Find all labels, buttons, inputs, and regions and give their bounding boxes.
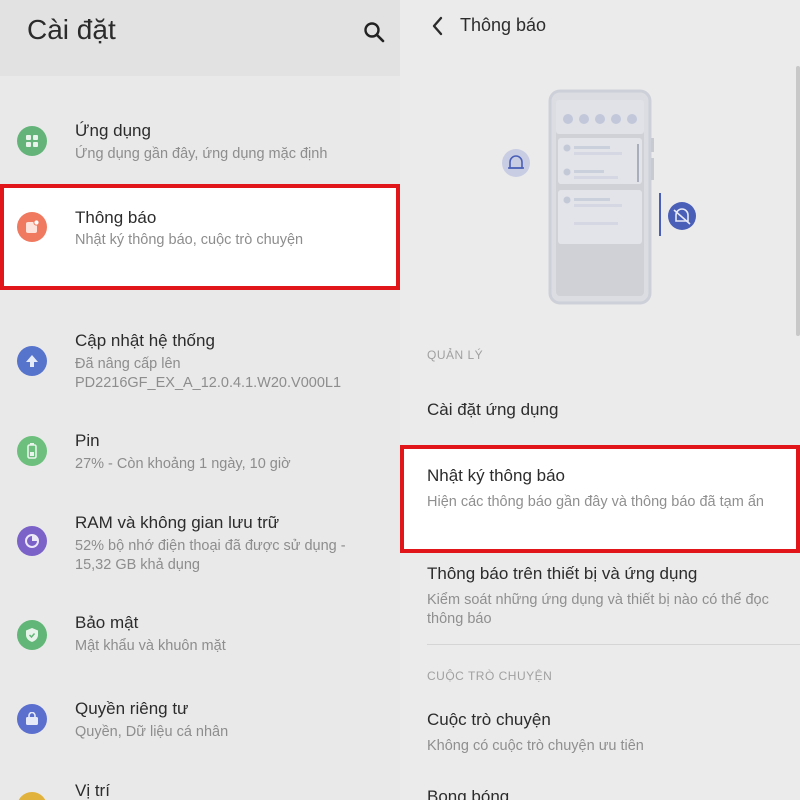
item-subtitle: 52% bộ nhớ điện thoại đã được sử dụng -	[75, 538, 346, 554]
settings-pane: Cài đặt Ứng dụng Ứng dụng gần đây, ứng d…	[0, 0, 400, 800]
settings-item-system-update[interactable]: Cập nhật hệ thống Đã nâng cấp lên PD2216…	[0, 322, 400, 402]
item-subtitle: Hiện các thông báo gần đây và thông báo …	[427, 494, 764, 510]
item-subtitle: Không có cuộc trò chuyện ưu tiên	[427, 738, 644, 754]
scrollbar[interactable]	[796, 66, 800, 336]
search-icon[interactable]	[362, 20, 386, 44]
battery-icon	[17, 436, 47, 466]
item-title: Thông báo trên thiết bị và ứng dụng	[427, 564, 698, 583]
notification-icon	[17, 212, 47, 242]
update-icon	[17, 346, 47, 376]
item-title: Cài đặt ứng dụng	[427, 400, 559, 419]
device-app-notifications-item[interactable]: Thông báo trên thiết bị và ứng dụng Kiểm…	[427, 564, 787, 629]
item-title: Quyền riêng tư	[75, 699, 189, 718]
item-title: Bong bóng	[427, 787, 510, 800]
section-divider	[427, 644, 800, 645]
settings-item-location[interactable]: Vị trí	[0, 772, 400, 800]
settings-item-storage[interactable]: RAM và không gian lưu trữ 52% bộ nhớ điệ…	[0, 504, 400, 584]
item-title: Cuộc trò chuyện	[427, 710, 551, 729]
item-title: Ứng dụng	[75, 121, 151, 140]
item-title: Pin	[75, 431, 100, 450]
item-subtitle: Kiểm soát những ứng dụng và thiết bị nào…	[427, 592, 769, 627]
settings-item-battery[interactable]: Pin 27% - Còn khoảng 1 ngày, 10 giờ	[0, 422, 400, 482]
storage-icon	[17, 526, 47, 556]
notifications-header: Thông báo	[400, 0, 800, 56]
item-title: Bảo mật	[75, 613, 139, 632]
privacy-icon	[17, 704, 47, 734]
item-subtitle-2: 15,32 GB khả dụng	[75, 557, 200, 573]
notifications-pane: Thông báo QUẢN LÝ Cài đặt ứng dụng Nhật …	[400, 0, 800, 800]
item-subtitle: Đã nâng cấp lên	[75, 356, 181, 372]
settings-header: Cài đặt	[0, 0, 400, 76]
conversations-item[interactable]: Cuộc trò chuyện Không có cuộc trò chuyện…	[427, 710, 787, 756]
apps-icon	[17, 126, 47, 156]
item-subtitle: 27% - Còn khoảng 1 ngày, 10 giờ	[75, 456, 291, 472]
item-title: Nhật ký thông báo	[427, 466, 565, 485]
back-arrow-icon[interactable]	[428, 14, 448, 38]
settings-item-notifications[interactable]: Thông báo Nhật ký thông báo, cuộc trò ch…	[0, 196, 400, 266]
item-title: Cập nhật hệ thống	[75, 331, 215, 350]
phone-illustration	[502, 89, 696, 305]
shield-icon	[17, 620, 47, 650]
section-header-manage: QUẢN LÝ	[427, 348, 484, 362]
item-subtitle-2: PD2216GF_EX_A_12.0.4.1.W20.V000L1	[75, 375, 342, 391]
item-subtitle: Nhật ký thông báo, cuộc trò chuyện	[75, 232, 304, 248]
settings-item-security[interactable]: Bảo mật Mật khẩu và khuôn mặt	[0, 604, 400, 664]
item-subtitle: Mật khẩu và khuôn mặt	[75, 638, 226, 654]
notification-history-item[interactable]: Nhật ký thông báo Hiện các thông báo gần…	[427, 466, 787, 512]
item-subtitle: Quyền, Dữ liệu cá nhân	[75, 724, 229, 740]
app-settings-item[interactable]: Cài đặt ứng dụng	[427, 400, 787, 420]
bubbles-item[interactable]: Bong bóng	[427, 787, 787, 800]
settings-item-privacy[interactable]: Quyền riêng tư Quyền, Dữ liệu cá nhân	[0, 690, 400, 750]
item-subtitle: Ứng dụng gần đây, ứng dụng mặc định	[75, 146, 328, 162]
settings-item-apps[interactable]: Ứng dụng Ứng dụng gần đây, ứng dụng mặc …	[0, 112, 400, 172]
location-icon	[17, 792, 47, 800]
item-title: Vị trí	[75, 781, 110, 800]
section-header-conversations: CUỘC TRÒ CHUYỆN	[427, 669, 553, 683]
page-title: Thông báo	[460, 15, 547, 35]
item-title: RAM và không gian lưu trữ	[75, 513, 280, 532]
item-title: Thông báo	[75, 208, 157, 227]
page-title: Cài đặt	[27, 14, 116, 45]
